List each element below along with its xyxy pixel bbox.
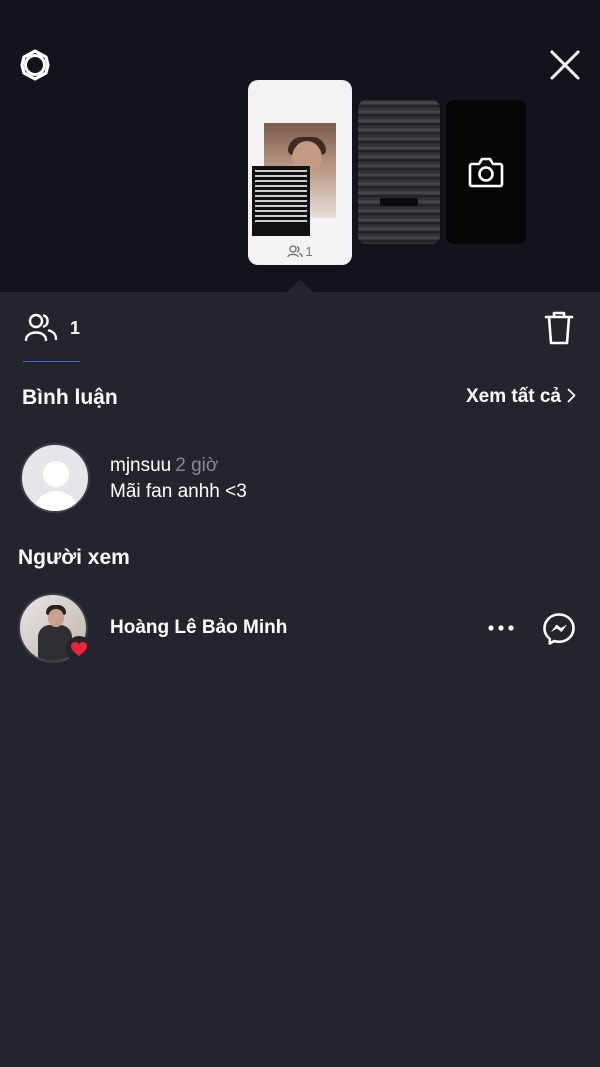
see-all-link[interactable]: Xem tất cả — [466, 386, 576, 408]
viewer-name[interactable]: Hoàng Lê Bảo Minh — [110, 617, 287, 639]
gear-icon[interactable] — [18, 48, 52, 82]
comment-username[interactable]: mjnsuu — [110, 455, 171, 476]
tab-viewers[interactable] — [24, 312, 58, 348]
story-thumbnail-selected[interactable]: 1 — [248, 80, 352, 265]
trash-icon[interactable] — [543, 310, 575, 346]
viewers-title: Người xem — [18, 546, 130, 569]
heart-icon — [71, 642, 87, 656]
reaction-badge — [66, 636, 92, 662]
comment-time: 2 giờ — [175, 455, 219, 476]
avatar[interactable] — [20, 443, 90, 513]
story-text-overlay — [252, 166, 310, 236]
selected-story-pointer — [286, 279, 314, 293]
people-icon — [24, 313, 58, 342]
comment-text: Mãi fan anhh <3 — [110, 481, 247, 502]
comment-header: mjnsuu 2 giờ — [110, 455, 218, 477]
story-thumbnail[interactable] — [358, 100, 440, 244]
see-all-label: Xem tất cả — [465, 386, 561, 407]
chevron-right-icon — [567, 388, 576, 403]
story-viewer-count: 1 — [248, 244, 352, 259]
story-header: 1 — [0, 0, 600, 292]
more-icon[interactable] — [488, 624, 514, 632]
close-icon[interactable] — [548, 48, 582, 82]
add-story-thumbnail[interactable] — [446, 100, 526, 244]
people-icon — [287, 245, 304, 258]
camera-icon — [468, 157, 504, 188]
messenger-icon[interactable] — [542, 612, 576, 646]
story-caption — [380, 198, 418, 206]
comments-title: Bình luận — [22, 386, 118, 409]
tab-indicator — [23, 361, 80, 362]
viewer-count: 1 — [70, 318, 81, 338]
